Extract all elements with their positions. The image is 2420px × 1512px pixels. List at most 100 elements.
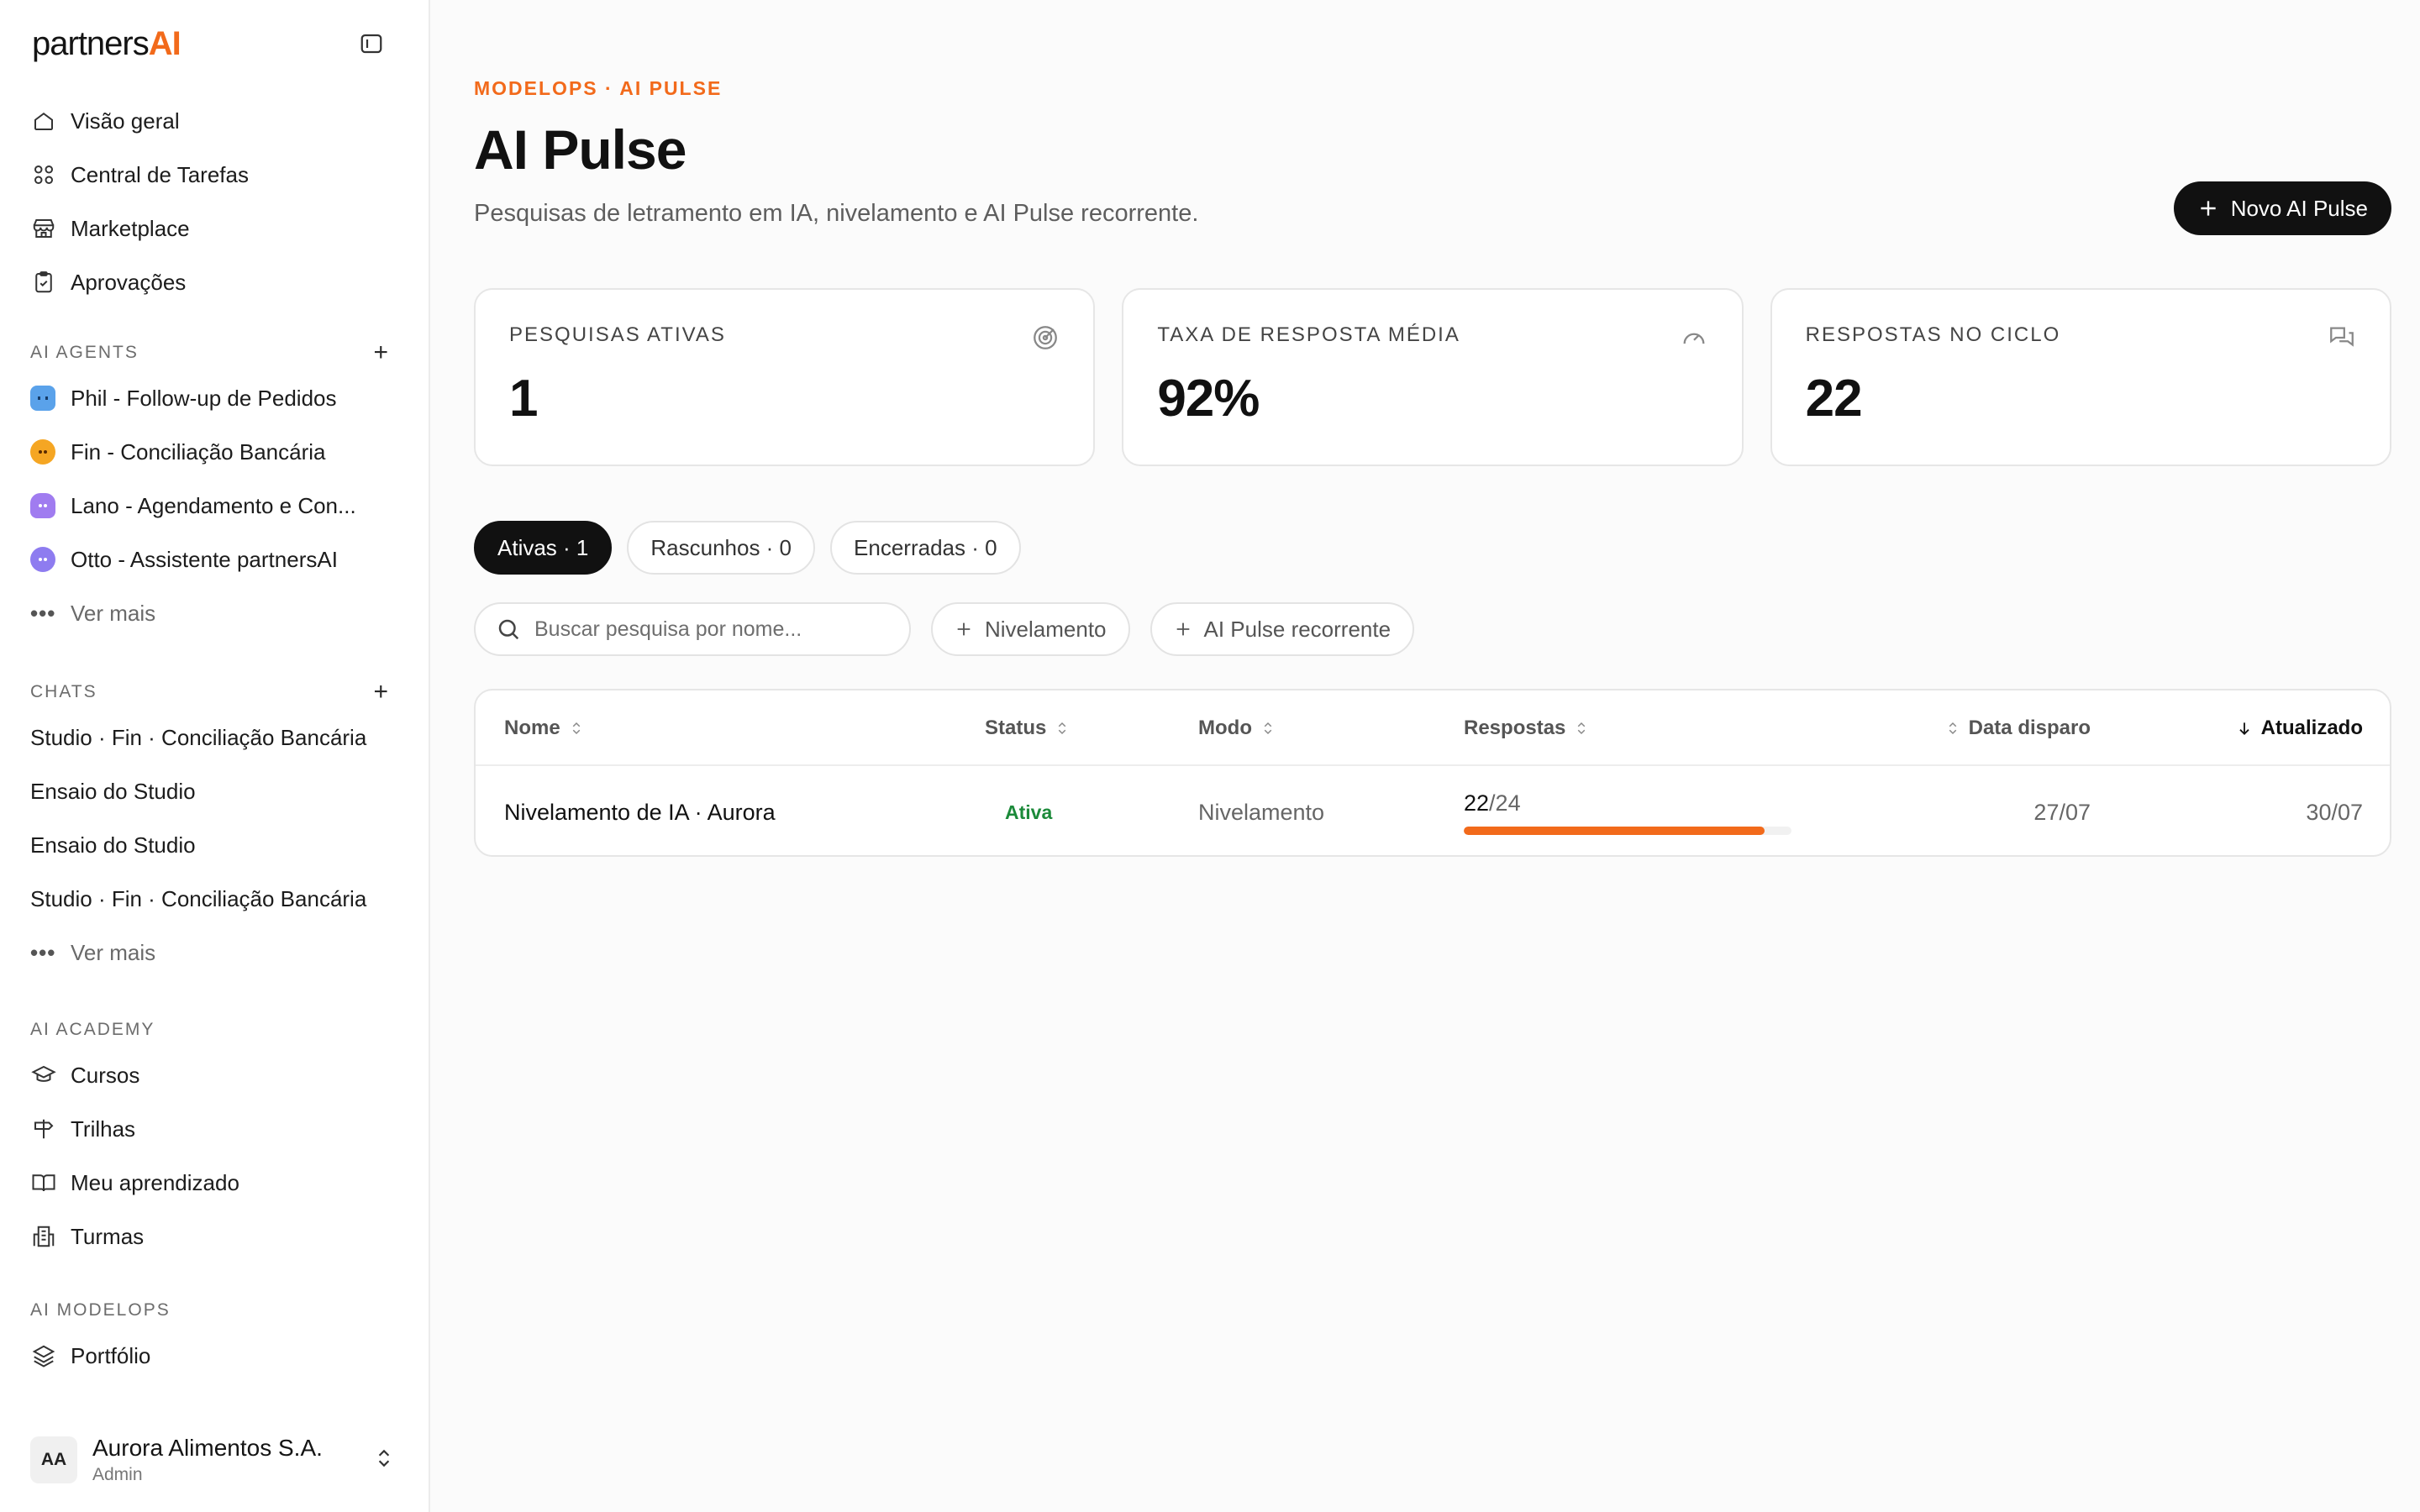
- chat-item[interactable]: Ensaio do Studio: [30, 764, 398, 818]
- search-box[interactable]: [474, 602, 911, 656]
- plus-icon: [1176, 622, 1189, 636]
- add-chat-button[interactable]: +: [373, 680, 398, 705]
- agents-section-title: AI AGENTS: [30, 343, 139, 362]
- stat-card-cycle-responses: RESPOSTAS NO CICLO 22: [1770, 288, 2391, 466]
- nav-item-my-learning[interactable]: Meu aprendizado: [30, 1156, 398, 1210]
- chat-item[interactable]: Studio · Fin · Conciliação Bancária: [30, 711, 398, 764]
- nav-item-label: Meu aprendizado: [71, 1169, 239, 1195]
- agents-section-header: AI AGENTS +: [30, 334, 398, 371]
- sort-icon: [572, 722, 580, 735]
- more-dots-icon: •••: [30, 600, 56, 626]
- responses-progress-bar: [1464, 826, 1791, 835]
- search-icon: [498, 619, 519, 640]
- brand-logo[interactable]: partnersAI: [32, 25, 182, 63]
- nav-item-label: Aprovações: [71, 269, 187, 295]
- nav-item-approvals[interactable]: Aprovações: [30, 255, 398, 309]
- nav-item-portfolio[interactable]: Portfólio: [30, 1329, 398, 1383]
- stat-value: 1: [509, 370, 538, 428]
- column-label: Nome: [504, 717, 560, 739]
- plus-icon: [2201, 201, 2216, 216]
- add-recurring-pulse-chip[interactable]: AI Pulse recorrente: [1150, 602, 1415, 656]
- sidebar-toggle-button[interactable]: [356, 29, 387, 59]
- new-ai-pulse-label: Novo AI Pulse: [2230, 195, 2368, 221]
- target-icon: [1034, 326, 1058, 349]
- column-label: Respostas: [1464, 717, 1566, 739]
- status-badge: Ativa: [1005, 801, 1053, 823]
- chip-label: AI Pulse recorrente: [1203, 616, 1392, 642]
- tab-active[interactable]: Ativas · 1: [474, 521, 613, 575]
- column-header-updated[interactable]: Atualizado: [2236, 690, 2363, 766]
- add-leveling-chip[interactable]: Nivelamento: [931, 602, 1130, 656]
- nav-item-overview[interactable]: Visão geral: [30, 94, 398, 148]
- academy-section: AI ACADEMY Cursos Trilhas Meu aprendizad…: [30, 1011, 398, 1263]
- nav-item-classes[interactable]: Turmas: [30, 1210, 398, 1263]
- column-header-name[interactable]: Nome: [504, 690, 584, 766]
- chats-section-header: CHATS +: [30, 674, 398, 711]
- stats-row: PESQUISAS ATIVAS 1 TAXA DE RESPOSTA MÉDI…: [474, 288, 2391, 466]
- column-header-mode[interactable]: Modo: [1198, 690, 1276, 766]
- stat-card-active-surveys: PESQUISAS ATIVAS 1: [474, 288, 1096, 466]
- new-ai-pulse-button[interactable]: Novo AI Pulse: [2173, 181, 2391, 235]
- breadcrumb: MODELOPS · AI PULSE: [474, 77, 723, 99]
- nav-item-tracks[interactable]: Trilhas: [30, 1102, 398, 1156]
- robot-avatar-icon: [30, 547, 55, 572]
- column-header-responses[interactable]: Respostas: [1464, 690, 1589, 766]
- column-label: Modo: [1198, 717, 1252, 739]
- account-switcher[interactable]: AA Aurora Alimentos S.A. Admin: [30, 1428, 398, 1492]
- stat-card-response-rate: TAXA DE RESPOSTA MÉDIA 92%: [1122, 288, 1744, 466]
- tab-drafts[interactable]: Rascunhos · 0: [627, 521, 816, 575]
- brand-name-prefix: partners: [32, 25, 150, 62]
- agent-item-fin[interactable]: Fin - Conciliação Bancária: [30, 425, 398, 479]
- responses-done: 22: [1464, 790, 1490, 816]
- plus-icon: [957, 622, 971, 636]
- sort-icon: [1264, 722, 1272, 735]
- agent-label: Fin - Conciliação Bancária: [71, 438, 326, 465]
- book-open-icon: [30, 1169, 57, 1196]
- sort-icon: [1949, 722, 1956, 735]
- modelops-section-header: AI MODELOPS: [30, 1292, 398, 1329]
- surveys-table: Nome Status Modo Respostas Data disparo: [474, 689, 2391, 857]
- robot-avatar-icon: [30, 439, 55, 465]
- chat-item[interactable]: Ensaio do Studio: [30, 818, 398, 872]
- stat-label: RESPOSTAS NO CICLO: [1805, 323, 2061, 346]
- see-more-label: Ver mais: [71, 600, 156, 626]
- nav-item-label: Trilhas: [71, 1116, 136, 1142]
- responses-progress-fill: [1464, 826, 1765, 835]
- agent-item-otto[interactable]: Otto - Assistente partnersAI: [30, 533, 398, 586]
- grid-icon: [30, 161, 57, 188]
- tab-closed[interactable]: Encerradas · 0: [830, 521, 1021, 575]
- agent-item-phil[interactable]: Phil - Follow-up de Pedidos: [30, 371, 398, 425]
- responses-count: 22/24: [1464, 790, 1521, 816]
- robot-avatar-icon: [30, 493, 55, 518]
- see-more-label: Ver mais: [71, 939, 156, 965]
- nav-item-label: Central de Tarefas: [71, 161, 249, 187]
- search-input[interactable]: [534, 617, 889, 642]
- stat-value: 22: [1805, 370, 1863, 428]
- column-header-dispatch-date[interactable]: Data disparo: [1945, 690, 2091, 766]
- chat-item[interactable]: Studio · Fin · Conciliação Bancária: [30, 872, 398, 926]
- agents-see-more-link[interactable]: ••• Ver mais: [30, 586, 398, 640]
- agent-item-lano[interactable]: Lano - Agendamento e Con...: [30, 479, 398, 533]
- nav-item-courses[interactable]: Cursos: [30, 1048, 398, 1102]
- chats-see-more-link[interactable]: ••• Ver mais: [30, 926, 398, 979]
- agent-label: Phil - Follow-up de Pedidos: [71, 385, 337, 411]
- chevrons-up-down-icon: [373, 1446, 395, 1475]
- column-header-status[interactable]: Status: [985, 690, 1070, 766]
- nav-item-tasks[interactable]: Central de Tarefas: [30, 148, 398, 202]
- table-row[interactable]: Nivelamento de IA · Aurora Ativa Nivelam…: [476, 766, 2390, 855]
- nav-item-marketplace[interactable]: Marketplace: [30, 202, 398, 255]
- responses-total: /24: [1489, 790, 1521, 816]
- academy-section-title: AI ACADEMY: [30, 1020, 155, 1039]
- sort-icon: [1059, 722, 1066, 735]
- nav-item-label: Turmas: [71, 1223, 145, 1249]
- arrow-down-icon: [2239, 722, 2249, 735]
- store-icon: [30, 215, 57, 242]
- table-header: Nome Status Modo Respostas Data disparo: [476, 690, 2390, 766]
- agents-section: AI AGENTS + Phil - Follow-up de Pedidos …: [30, 334, 398, 640]
- building-icon: [30, 1223, 57, 1250]
- sort-icon: [1578, 722, 1586, 735]
- agent-label: Otto - Assistente partnersAI: [71, 546, 338, 572]
- page-title: AI Pulse: [474, 118, 687, 181]
- add-agent-button[interactable]: +: [373, 340, 398, 365]
- column-label: Atualizado: [2260, 717, 2363, 739]
